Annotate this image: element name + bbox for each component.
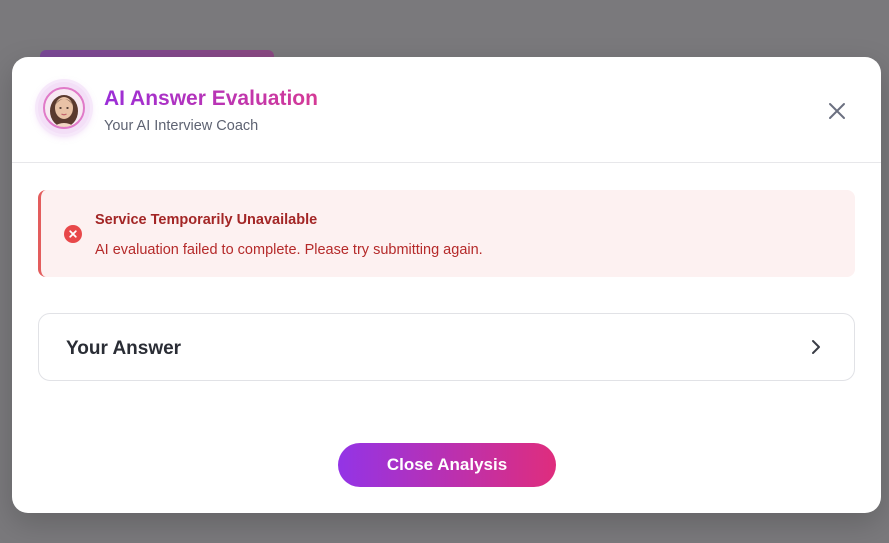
evaluation-modal: AI Answer Evaluation Your AI Interview C… bbox=[12, 57, 881, 513]
alert-message: AI evaluation failed to complete. Please… bbox=[95, 242, 483, 258]
error-alert: Service Temporarily Unavailable AI evalu… bbox=[38, 190, 855, 277]
error-circle-icon bbox=[64, 225, 82, 243]
your-answer-label: Your Answer bbox=[66, 338, 182, 359]
your-answer-toggle[interactable]: Your Answer bbox=[38, 313, 855, 381]
alert-title: Service Temporarily Unavailable bbox=[95, 212, 318, 228]
close-icon bbox=[829, 103, 845, 119]
close-button[interactable] bbox=[823, 97, 851, 125]
page-title: AI Answer Evaluation bbox=[104, 87, 318, 110]
page-subtitle: Your AI Interview Coach bbox=[104, 118, 259, 134]
modal-header: AI Answer Evaluation Your AI Interview C… bbox=[12, 57, 881, 163]
chevron-right-icon bbox=[812, 340, 820, 354]
coach-avatar-icon bbox=[43, 87, 85, 129]
close-analysis-button[interactable]: Close Analysis bbox=[338, 443, 556, 487]
avatar bbox=[38, 82, 90, 134]
